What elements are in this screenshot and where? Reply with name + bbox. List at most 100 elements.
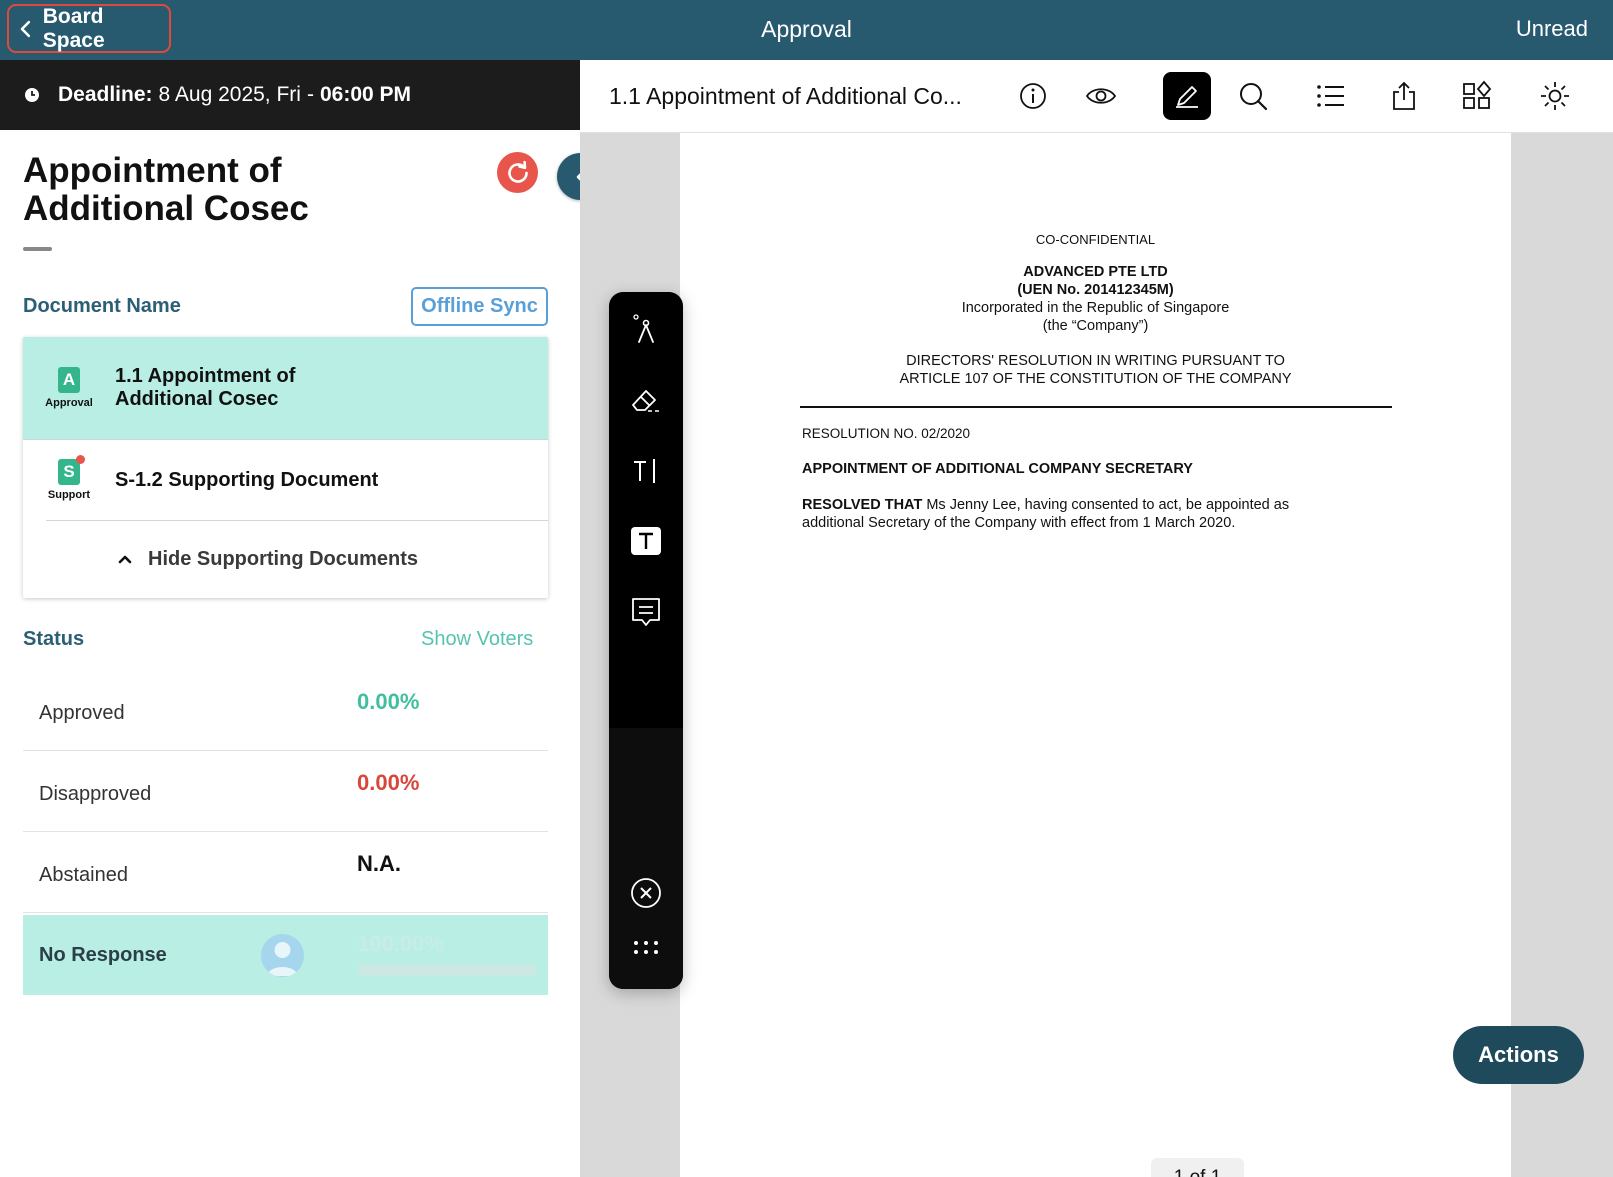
company-uen: (UEN No. 201412345M) <box>1017 282 1174 298</box>
document-item-support[interactable]: S Support S-1.2 Supporting Document <box>23 440 548 520</box>
refresh-button[interactable] <box>497 152 538 193</box>
user-avatar-icon <box>267 942 298 976</box>
company-name: ADVANCED PTE LTD <box>1023 264 1168 280</box>
text-cursor-icon <box>634 459 655 483</box>
document-name-label: Document Name <box>23 295 181 317</box>
status-row-no-response[interactable]: No Response 100.00% <box>23 915 548 995</box>
deadline-label: Deadline: <box>58 83 153 106</box>
info-button[interactable] <box>1009 72 1057 120</box>
confidential-label: CO-CONFIDENTIAL <box>1035 232 1156 247</box>
support-badge: S Support <box>23 455 115 501</box>
top-bar: Board Space Approval Unread <box>0 0 1613 60</box>
document-page: CO-CONFIDENTIAL ADVANCED PTE LTD (UEN No… <box>680 133 1511 1177</box>
status-value-no-response: 100.00% <box>357 931 444 956</box>
resolution-heading-1: DIRECTORS' RESOLUTION IN WRITING PURSUAN… <box>906 353 1285 369</box>
pencil-icon <box>1176 86 1198 108</box>
text-box-icon <box>631 527 661 555</box>
refresh-icon <box>507 160 528 183</box>
unread-dot <box>76 455 85 464</box>
comment-tool-button[interactable] <box>622 588 670 636</box>
chevron-left-icon <box>20 20 31 37</box>
status-name: Disapproved <box>39 782 152 805</box>
resolution-body-1: RESOLVED THAT Ms Jenny Lee, having conse… <box>802 496 1289 514</box>
item-title: Appointment of Additional Cosec <box>23 151 309 228</box>
document-viewer[interactable]: CO-CONFIDENTIAL ADVANCED PTE LTD (UEN No… <box>580 133 1613 1177</box>
resolution-subject: APPOINTMENT OF ADDITIONAL COMPANY SECRET… <box>802 461 1193 477</box>
details-panel: Appointment of Additional Cosec Document… <box>0 130 580 1177</box>
resolution-heading-2: ARTICLE 107 OF THE CONSTITUTION OF THE C… <box>899 371 1292 387</box>
unread-button[interactable]: Unread <box>1516 0 1588 60</box>
document-list: A Approval 1.1 Appointment of Additional… <box>23 337 548 598</box>
page-title-text: Approval <box>761 16 852 42</box>
outline-button[interactable] <box>1307 72 1355 120</box>
status-label: Status <box>23 628 85 650</box>
chevron-up-icon <box>118 555 132 564</box>
more-options-button[interactable] <box>622 924 670 972</box>
view-button[interactable] <box>1077 72 1125 120</box>
no-response-progress <box>357 964 537 976</box>
document-name: 1.1 Appointment of Additional Cosec <box>115 365 296 410</box>
page-title: Approval <box>0 0 1613 60</box>
document-name: S-1.2 Supporting Document <box>115 468 379 491</box>
status-name: No Response <box>39 943 167 966</box>
approval-doc-icon: A <box>58 367 80 393</box>
close-toolbar-button[interactable] <box>622 869 670 917</box>
apps-icon <box>1463 80 1492 109</box>
deadline-time: 06:00 PM <box>319 83 412 106</box>
status-value-abstained: N.A. <box>357 851 401 876</box>
comment-icon <box>632 598 660 626</box>
approval-badge: A Approval <box>23 367 115 409</box>
resolution-number: RESOLUTION NO. 02/2020 <box>802 426 971 441</box>
hide-supporting-documents-button[interactable]: Hide Supporting Documents <box>118 520 418 598</box>
share-button[interactable] <box>1380 72 1428 120</box>
deadline-separator: - <box>306 83 314 106</box>
hide-supporting-documents-label: Hide Supporting Documents <box>148 547 418 570</box>
resolved-lead: RESOLVED THAT <box>802 497 923 513</box>
title-underline <box>23 247 52 251</box>
document-toolbar: 1.1 Appointment of Additional Co... <box>580 60 1613 133</box>
brightness-button[interactable] <box>1531 72 1579 120</box>
pen-tool-icon <box>633 314 654 343</box>
brightness-icon <box>1541 82 1569 110</box>
eraser-icon <box>632 390 659 412</box>
progress-fill <box>357 964 537 976</box>
status-value-disapproved: 0.00% <box>357 770 420 795</box>
status-row-approved: Approved 0.00% <box>23 675 548 751</box>
search-button[interactable] <box>1229 72 1277 120</box>
offline-sync-button[interactable]: Offline Sync <box>411 287 548 326</box>
status-row-disapproved: Disapproved 0.00% <box>23 756 548 832</box>
share-icon <box>1393 81 1415 110</box>
text-tool-button[interactable] <box>622 447 670 495</box>
back-button-label: Board Space <box>42 4 105 52</box>
close-circle-icon <box>631 878 661 908</box>
document-title: 1.1 Appointment of Additional Co... <box>609 83 962 109</box>
thumbnails-button[interactable] <box>1453 72 1501 120</box>
divider-line <box>800 406 1392 408</box>
status-row-abstained: Abstained N.A. <box>23 837 548 913</box>
annotate-button[interactable] <box>1163 72 1211 120</box>
resolved-text-1: Ms Jenny Lee, having consented to act, b… <box>922 497 1290 513</box>
eraser-tool-button[interactable] <box>622 376 670 424</box>
pen-tool-button[interactable] <box>622 305 670 353</box>
incorporation-text: Incorporated in the Republic of Singapor… <box>961 300 1230 316</box>
text-box-tool-button[interactable] <box>622 517 670 565</box>
support-doc-icon: S <box>58 455 85 485</box>
page-indicator: 1 of 1 <box>1151 1158 1244 1177</box>
resolution-body-2: additional Secretary of the Company with… <box>802 515 1236 531</box>
actions-button[interactable]: Actions <box>1453 1026 1584 1084</box>
show-voters-link[interactable]: Show Voters <box>421 628 533 651</box>
document-item-approval[interactable]: A Approval 1.1 Appointment of Additional… <box>23 337 548 440</box>
deadline-bar: Deadline: 8 Aug 2025, Fri - 06:00 PM <box>0 60 580 130</box>
support-caption: Support <box>47 489 91 501</box>
status-value-approved: 0.00% <box>357 689 420 714</box>
approval-caption: Approval <box>45 397 93 409</box>
annotation-toolbar <box>609 292 683 989</box>
info-icon <box>1020 83 1046 109</box>
search-icon <box>1240 83 1268 111</box>
company-alias: (the “Company”) <box>1042 318 1149 334</box>
status-name: Approved <box>39 701 125 724</box>
status-name: Abstained <box>39 863 128 886</box>
more-dots-icon <box>634 941 658 954</box>
avatar <box>261 934 304 977</box>
back-button[interactable]: Board Space <box>7 4 171 53</box>
